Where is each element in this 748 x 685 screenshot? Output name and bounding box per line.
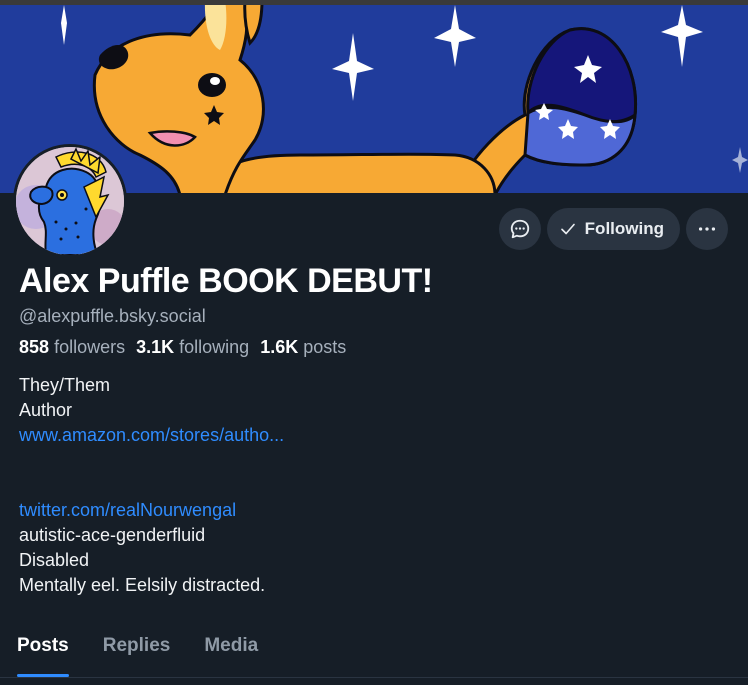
- posts-count: 1.6K: [260, 337, 299, 357]
- more-options-button[interactable]: [686, 208, 728, 250]
- posts-label: posts: [303, 337, 347, 357]
- profile-tabs: Posts Replies Media: [0, 622, 748, 678]
- following-button-label: Following: [584, 219, 664, 238]
- chat-bubble-icon: [510, 219, 529, 239]
- followers-label: followers: [54, 337, 126, 357]
- bio-identity: autistic-ace-genderfluid: [19, 525, 206, 545]
- bio-occupation: Author: [19, 400, 73, 420]
- tab-replies[interactable]: Replies: [86, 622, 188, 678]
- profile-avatar[interactable]: [13, 144, 127, 258]
- message-button[interactable]: [498, 208, 541, 250]
- ellipsis-icon: [698, 227, 716, 231]
- avatar-eel-dragon-illustration: [16, 147, 124, 255]
- bio-amazon-link[interactable]: www.amazon.com/stores/autho...: [19, 423, 719, 448]
- following-label: following: [179, 337, 250, 357]
- profile-bio: They/Them Author www.amazon.com/stores/a…: [19, 373, 719, 598]
- tab-media[interactable]: Media: [187, 622, 275, 678]
- posts-stat: 1.6K posts: [260, 337, 346, 358]
- following-count: 3.1K: [136, 337, 175, 357]
- profile-stats: 858 followers 3.1K following 1.6K posts: [19, 337, 346, 358]
- tab-replies-label: Replies: [102, 635, 171, 656]
- checkmark-icon: [560, 223, 575, 235]
- bio-pronouns: They/Them: [19, 375, 111, 395]
- bio-twitter-link[interactable]: twitter.com/realNourwengal: [19, 498, 719, 523]
- tab-posts[interactable]: Posts: [0, 622, 86, 678]
- bio-blank-line: [19, 448, 719, 473]
- tab-media-label: Media: [204, 635, 259, 656]
- profile-display-name: Alex Puffle BOOK DEBUT!: [19, 262, 433, 300]
- followers-count: 858: [19, 337, 50, 357]
- tabs-divider: [0, 677, 748, 678]
- followers-stat[interactable]: 858 followers: [19, 337, 125, 358]
- tab-posts-label: Posts: [17, 635, 69, 656]
- following-button[interactable]: Following: [546, 208, 680, 250]
- profile-actions: Following: [498, 208, 728, 250]
- bio-tagline: Mentally eel. Eelsily distracted.: [19, 575, 266, 595]
- bio-blank-line: [19, 473, 719, 498]
- following-stat[interactable]: 3.1K following: [136, 337, 249, 358]
- profile-handle[interactable]: @alexpuffle.bsky.social: [19, 306, 206, 327]
- bio-disabled: Disabled: [19, 550, 90, 570]
